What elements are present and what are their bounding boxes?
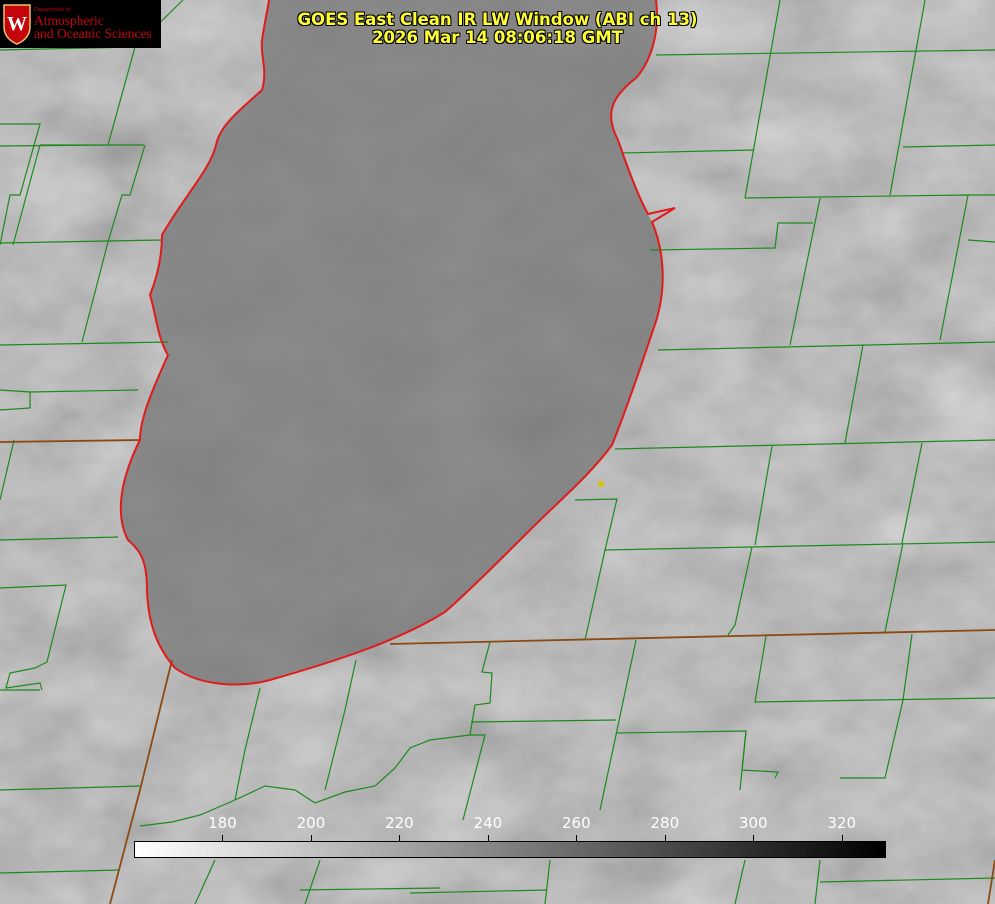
colorbar-tick-label: 320: [827, 814, 857, 832]
title-line2: 2026 Mar 14 08:06:18 GMT: [372, 28, 623, 47]
colorbar-tick-label: 180: [208, 814, 237, 832]
satellite-map: [0, 0, 995, 904]
colorbar-tick-label: 200: [296, 814, 326, 832]
colorbar-tick-mark: [753, 835, 754, 841]
uw-aos-logo: W Department of Atmospheric and Oceanic …: [0, 0, 161, 48]
svg-text:W: W: [7, 13, 27, 35]
colorbar-tick-label: 300: [738, 814, 768, 832]
uw-crest-icon: W: [3, 4, 31, 45]
colorbar-tick-mark: [842, 835, 843, 841]
image-title: GOES East Clean IR LW Window (ABI ch 13)…: [250, 11, 745, 47]
colorbar-tick-mark: [311, 835, 312, 841]
colorbar-tick-label: 240: [473, 814, 503, 832]
logo-line2-text: and Oceanic Sciences: [34, 26, 152, 41]
colorbar-tick-mark: [576, 835, 577, 841]
colorbar-tick-mark: [222, 835, 223, 841]
title-line1: GOES East Clean IR LW Window (ABI ch 13): [297, 10, 698, 29]
colorbar-tick-mark: [488, 835, 489, 841]
colorbar-tick-label: 220: [385, 814, 414, 832]
colorbar-tick-mark: [665, 835, 666, 841]
colorbar-tick-label: 280: [650, 814, 680, 832]
colorbar: [134, 841, 886, 858]
colorbar-tick-mark: [399, 835, 400, 841]
colorbar-tick-label: 260: [562, 814, 591, 832]
location-marker: [598, 481, 604, 487]
